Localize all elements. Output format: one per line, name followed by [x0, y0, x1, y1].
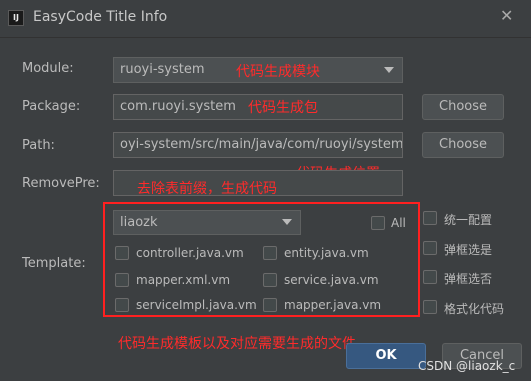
removepre-annotation: 去除表前缀，生成代码 — [137, 181, 277, 197]
module-label: Module: — [22, 61, 74, 76]
option-label: 弹框选是 — [444, 243, 493, 257]
all-label: All — [391, 216, 406, 230]
template-item-label: serviceImpl.java.vm — [136, 298, 257, 312]
template-item-label: entity.java.vm — [284, 246, 369, 260]
option-checkbox[interactable] — [423, 300, 437, 314]
template-group-dropdown[interactable]: liaozk — [113, 210, 301, 235]
path-value: oyi-system/src/main/java/com/ruoyi/syste… — [120, 137, 403, 152]
watermark: CSDN @liaozk_c — [418, 359, 516, 373]
option-label: 弹框选否 — [444, 272, 493, 286]
chevron-down-icon — [384, 67, 394, 73]
template-checkbox[interactable] — [115, 298, 129, 312]
template-item-label: controller.java.vm — [136, 246, 244, 260]
all-checkbox[interactable] — [371, 216, 385, 230]
package-label: Package: — [22, 99, 81, 114]
option-checkbox[interactable] — [423, 270, 437, 284]
template-item-label: service.java.vm — [284, 273, 379, 287]
package-value: com.ruoyi.system — [120, 99, 236, 114]
template-checkbox[interactable] — [263, 298, 277, 312]
package-choose-button[interactable]: Choose — [422, 94, 504, 120]
path-label: Path: — [22, 138, 55, 153]
option-label: 格式化代码 — [444, 302, 505, 316]
close-icon[interactable]: ✕ — [500, 6, 513, 25]
option-checkbox[interactable] — [423, 211, 437, 225]
option-label: 统一配置 — [444, 213, 493, 227]
option-checkbox[interactable] — [423, 241, 437, 255]
template-group-value: liaozk — [120, 215, 158, 230]
template-checkbox[interactable] — [115, 246, 129, 260]
removepre-label: RemovePre: — [22, 176, 100, 191]
template-label: Template: — [22, 256, 86, 271]
template-item-label: mapper.java.vm — [284, 298, 382, 312]
package-annotation: 代码生成包 — [248, 100, 318, 116]
module-annotation: 代码生成模块 — [236, 64, 320, 80]
window-title: EasyCode Title Info — [33, 9, 168, 25]
template-checkbox[interactable] — [263, 273, 277, 287]
template-checkbox[interactable] — [115, 273, 129, 287]
ok-button[interactable]: OK — [346, 343, 426, 369]
chevron-down-icon — [282, 219, 292, 225]
intellij-app-icon: IJ — [8, 10, 24, 26]
module-value: ruoyi-system — [120, 62, 205, 77]
template-item-label: mapper.xml.vm — [136, 273, 231, 287]
path-input[interactable]: oyi-system/src/main/java/com/ruoyi/syste… — [113, 132, 403, 158]
path-choose-button[interactable]: Choose — [422, 132, 504, 158]
template-annotation: 代码生成模板以及对应需要生成的文件 — [118, 336, 356, 352]
template-checkbox[interactable] — [263, 246, 277, 260]
